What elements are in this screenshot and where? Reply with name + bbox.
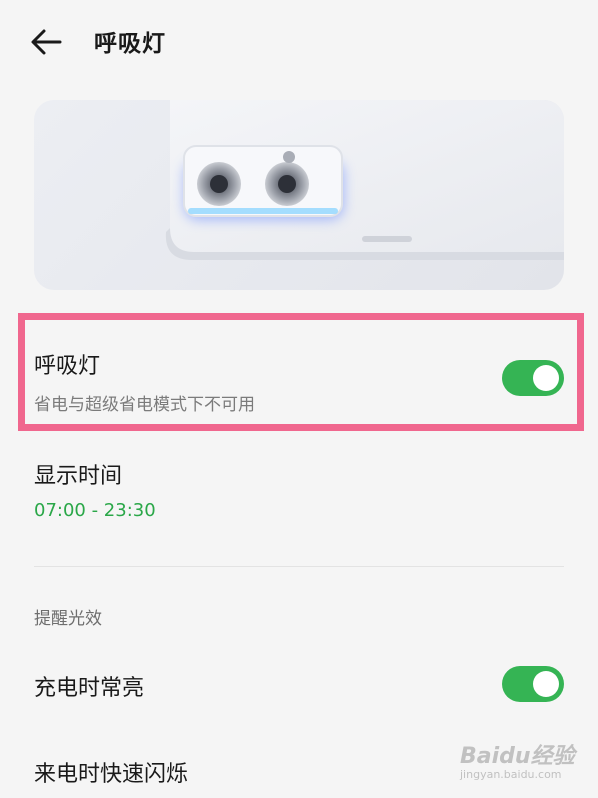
page-title: 呼吸灯 bbox=[94, 31, 166, 57]
phone-camera-illustration bbox=[165, 100, 564, 260]
watermark-brand: Baidu经验 bbox=[460, 744, 575, 769]
display-time-title[interactable]: 显示时间 bbox=[34, 458, 122, 490]
charging-light-title: 充电时常亮 bbox=[34, 676, 145, 701]
breathing-light-toggle[interactable] bbox=[502, 360, 564, 396]
toggle-knob bbox=[533, 671, 559, 697]
section-label-reminder: 提醒光效 bbox=[34, 609, 102, 629]
back-button[interactable] bbox=[24, 22, 68, 62]
incoming-call-title[interactable]: 来电时快速闪烁 bbox=[34, 756, 188, 788]
watermark-url: jingyan.baidu.com bbox=[460, 768, 562, 781]
breathing-light-title: 呼吸灯 bbox=[34, 354, 101, 379]
toggle-knob bbox=[533, 365, 559, 391]
back-arrow-icon bbox=[31, 29, 62, 55]
hero-illustration bbox=[34, 100, 564, 290]
display-time-value: 07:00 - 23:30 bbox=[34, 500, 156, 521]
header-bar: 呼吸灯 bbox=[0, 0, 598, 84]
divider bbox=[34, 566, 564, 567]
baidu-watermark: Baidu经验 jingyan.baidu.com bbox=[460, 738, 590, 794]
charging-light-toggle[interactable] bbox=[502, 666, 564, 702]
breathing-light-subtitle: 省电与超级省电模式下不可用 bbox=[34, 395, 255, 415]
